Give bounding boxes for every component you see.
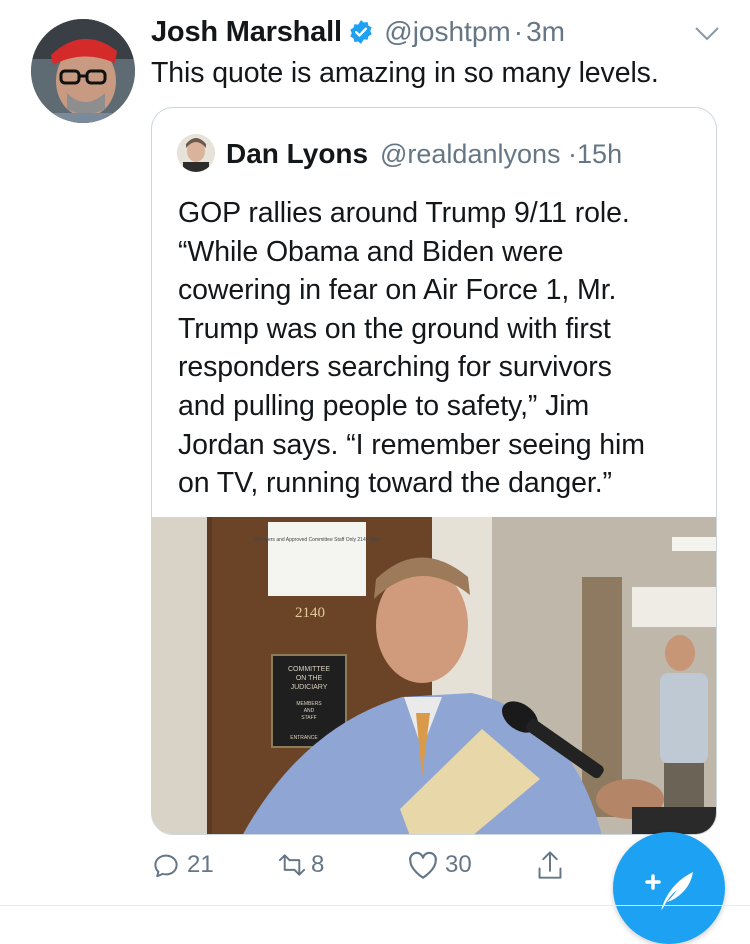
door-sign-text: Members and Approved Committee Staff Onl… (254, 537, 380, 543)
compose-tweet-icon (639, 860, 699, 921)
like-button[interactable]: 30 (407, 850, 472, 880)
share-button[interactable] (535, 850, 565, 882)
author-name[interactable]: Josh Marshall (151, 16, 342, 48)
room-number-text: 2140 (295, 605, 325, 621)
author-handle[interactable]: @joshtpm (384, 16, 510, 47)
tweet-text: This quote is amazing in so many levels. (151, 57, 659, 89)
plaque-line: ON THE (296, 675, 323, 682)
retweet-icon (275, 850, 309, 880)
plaque-line: COMMITTEE (288, 666, 330, 673)
quoted-author-handle[interactable]: @realdanlyons (380, 139, 561, 169)
user-avatar-photo (177, 134, 215, 172)
tweet-timestamp[interactable]: 3m (526, 16, 565, 47)
retweet-count: 8 (311, 851, 325, 878)
plaque-line: JUDICIARY (291, 684, 328, 691)
retweet-button[interactable]: 8 (275, 850, 324, 880)
quoted-author-avatar[interactable] (177, 134, 215, 172)
separator-dot: · (568, 139, 578, 169)
reply-button[interactable]: 21 (151, 850, 214, 880)
quoted-author-meta: @realdanlyons ·15h (380, 139, 622, 170)
quoted-tweet-text: GOP rallies around Trump 9/11 role. “Whi… (178, 197, 645, 500)
plaque-line: AND (304, 708, 315, 714)
plaque-line: MEMBERS (296, 701, 322, 707)
quoted-tweet-photo[interactable]: Members and Approved Committee Staff Onl… (152, 517, 716, 834)
author-avatar[interactable] (31, 19, 135, 123)
separator-dot: · (513, 16, 524, 47)
chevron-down-icon[interactable] (694, 26, 720, 47)
plaque-line: STAFF (301, 715, 316, 721)
quoted-author-name[interactable]: Dan Lyons (226, 138, 368, 170)
quoted-tweet-card[interactable]: Dan Lyons @realdanlyons ·15h GOP rallies… (151, 107, 717, 835)
compose-tweet-button[interactable] (613, 832, 725, 944)
verified-badge-icon (348, 19, 374, 50)
reply-count: 21 (187, 851, 214, 878)
like-count: 30 (445, 851, 472, 878)
tweet-action-bar: 21 8 30 (151, 850, 571, 886)
plaque-line: ENTRANCE (290, 735, 318, 741)
tweet-header: Josh Marshall @joshtpm · 3m (151, 16, 720, 56)
reply-icon (151, 850, 181, 880)
quoted-timestamp[interactable]: 15h (577, 139, 622, 169)
divider (0, 905, 750, 906)
heart-icon (407, 850, 439, 880)
share-icon (535, 850, 565, 882)
user-avatar-photo (31, 19, 135, 123)
